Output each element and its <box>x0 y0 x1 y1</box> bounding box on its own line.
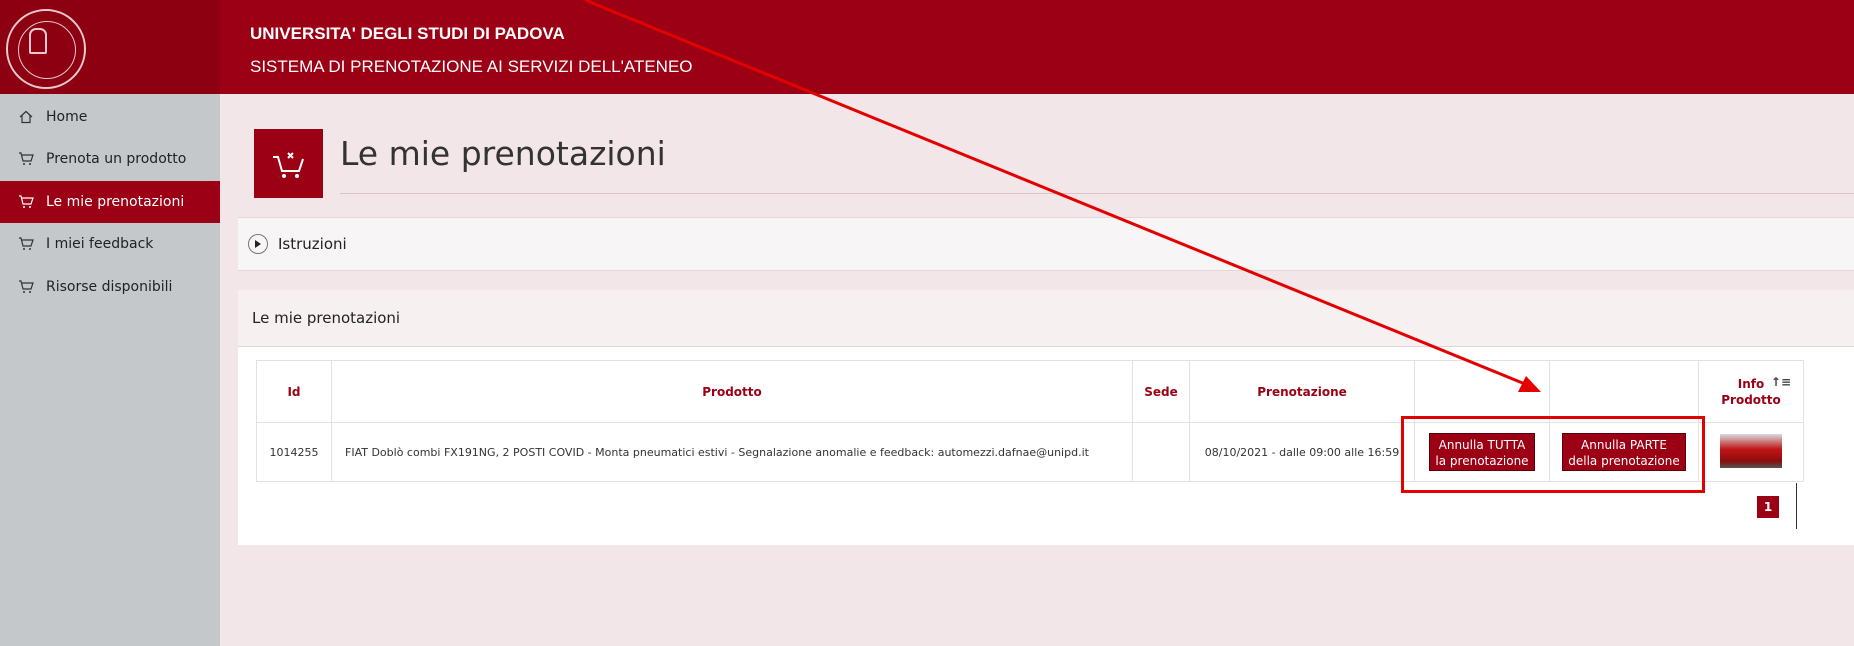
expand-instructions-button[interactable] <box>248 234 268 254</box>
pagination-page-1[interactable]: 1 <box>1757 496 1779 518</box>
home-icon <box>18 109 34 125</box>
cart-x-icon <box>18 194 34 210</box>
cart-icon <box>18 151 34 167</box>
booking-date: 08/10/2021 - dalle 09:00 alle 16:59 <box>1189 422 1415 482</box>
instructions-label[interactable]: Istruzioni <box>278 235 347 253</box>
app-header: UNIVERSITA' DEGLI STUDI DI PADOVA SISTEM… <box>0 0 1854 94</box>
product-thumbnail[interactable] <box>1720 433 1782 468</box>
system-name: SISTEMA DI PRENOTAZIONE AI SERVIZI DELL'… <box>250 57 693 76</box>
sidebar-item-label: Risorse disponibili <box>46 279 173 295</box>
card-title: Le mie prenotazioni <box>252 309 401 327</box>
booking-id: 1014255 <box>256 422 332 482</box>
booking-product: FIAT Doblò combi FX191NG, 2 POSTI COVID … <box>331 422 1133 482</box>
sidebar-item-label: Home <box>46 109 88 125</box>
column-header-info-prodotto[interactable]: Info Prodotto ↑≡ <box>1698 360 1804 423</box>
column-header-prodotto[interactable]: Prodotto <box>331 360 1133 423</box>
sidebar-item-le-mie-prenotazioni[interactable]: Le mie prenotazioni <box>0 181 220 223</box>
pagination-divider <box>1796 483 1797 529</box>
sidebar-item-home[interactable]: Home <box>0 96 220 138</box>
title-divider <box>340 193 1854 194</box>
cart-icon <box>18 236 34 252</box>
page-title-icon-box <box>254 129 323 198</box>
column-header-action-1 <box>1414 360 1550 423</box>
annotation-highlight-box <box>1401 416 1705 493</box>
cart-icon <box>18 279 34 295</box>
column-header-prenotazione[interactable]: Prenotazione <box>1189 360 1415 423</box>
cart-x-icon <box>272 151 304 178</box>
column-header-id[interactable]: Id <box>256 360 332 423</box>
sidebar-item-prenota[interactable]: Prenota un prodotto <box>0 138 220 180</box>
university-seal-logo <box>6 9 86 89</box>
sidebar-item-label: I miei feedback <box>46 236 154 252</box>
page-title: Le mie prenotazioni <box>340 134 666 173</box>
university-name: UNIVERSITA' DEGLI STUDI DI PADOVA <box>250 24 565 43</box>
card-header: Le mie prenotazioni <box>238 290 1854 347</box>
table-header-row: Id Prodotto Sede Prenotazione Info Prodo… <box>256 360 1804 423</box>
column-header-action-2 <box>1549 360 1699 423</box>
sidebar: Home Prenota un prodotto Le mie prenotaz… <box>0 94 220 646</box>
instructions-panel[interactable]: Istruzioni <box>238 217 1854 271</box>
booking-sede <box>1132 422 1190 482</box>
column-header-sede[interactable]: Sede <box>1132 360 1190 423</box>
sidebar-item-risorse[interactable]: Risorse disponibili <box>0 266 220 308</box>
header-logo-area <box>0 0 220 94</box>
sort-icon[interactable]: ↑≡ <box>1771 375 1791 389</box>
play-icon <box>255 240 261 248</box>
sidebar-item-label: Le mie prenotazioni <box>46 194 185 210</box>
sidebar-item-feedback[interactable]: I miei feedback <box>0 223 220 265</box>
sidebar-item-label: Prenota un prodotto <box>46 151 187 167</box>
